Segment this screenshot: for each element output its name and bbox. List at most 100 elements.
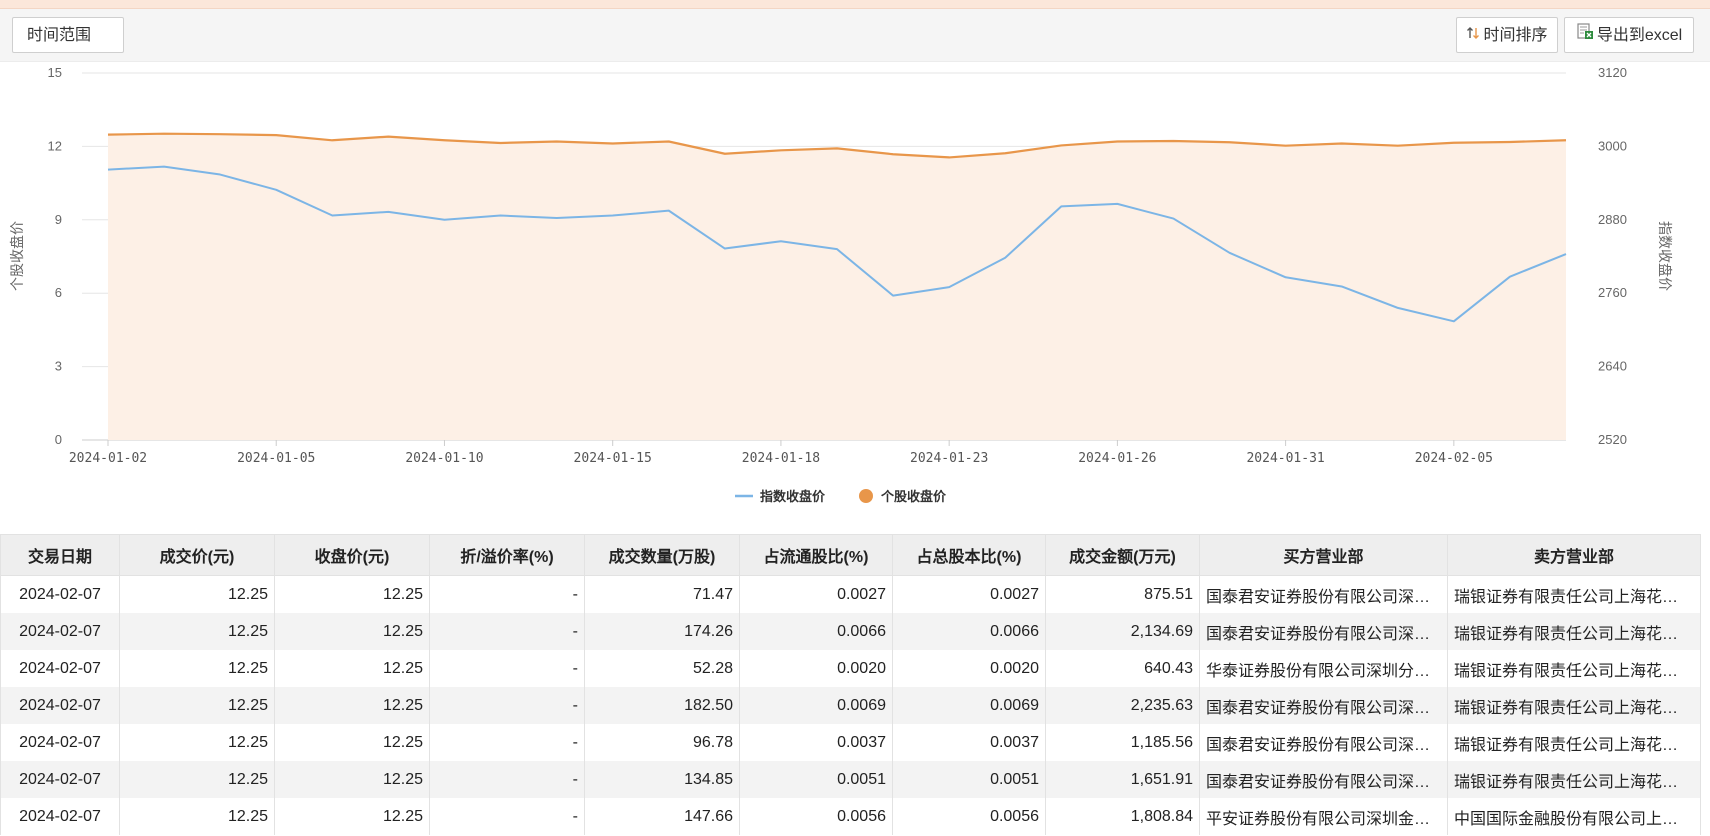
excel-icon <box>1576 18 1594 54</box>
column-header-6[interactable]: 占总股本比(%) <box>892 534 1046 576</box>
table-cell: 0.0027 <box>739 575 893 613</box>
table-cell: 0.0020 <box>892 650 1046 687</box>
table-cell: 0.0066 <box>892 613 1046 650</box>
table-cell: 1,651.91 <box>1045 761 1200 798</box>
table-cell: - <box>429 613 585 650</box>
table-cell: 瑞银证券有限责任公司上海花园石桥路证券营业部 <box>1447 761 1701 798</box>
table-cell: 中国国际金融股份有限公司上海分公司 <box>1447 798 1701 835</box>
table-cell: 0.0027 <box>892 575 1046 613</box>
price-chart: 0 3 6 9 12 15 2520 2640 2760 2880 3000 3120 个股收盘价 指数收… <box>0 60 1710 520</box>
table-row[interactable]: 2024-02-07 12.25 12.25-96.78 0.0037 0.0037 1,… <box>0 724 1701 761</box>
table-cell: 2024-02-07 <box>0 687 120 724</box>
table-row[interactable]: 2024-02-07 12.25 12.25-71.47 0.0027 0.0027 87… <box>0 575 1701 613</box>
table-cell: - <box>429 798 585 835</box>
table-cell: 0.0056 <box>739 798 893 835</box>
stock-price-area <box>108 133 1566 440</box>
sort-arrows-icon <box>1466 18 1480 54</box>
table-cell: 174.26 <box>584 613 740 650</box>
x-axis-tick-label: 2024-01-18 <box>742 451 820 466</box>
time-sort-button[interactable]: 时间排序 <box>1456 17 1558 53</box>
table-cell: 华泰证券股份有限公司深圳分公司 <box>1199 650 1448 687</box>
table-cell: 182.50 <box>584 687 740 724</box>
table-cell: 瑞银证券有限责任公司上海花园石桥路证券营业部 <box>1447 650 1701 687</box>
table-cell: 0.0051 <box>892 761 1046 798</box>
table-cell: 12.25 <box>274 650 430 687</box>
legend-stock-label: 个股收盘价 <box>880 489 947 505</box>
table-cell: 12.25 <box>274 761 430 798</box>
table-cell: 0.0020 <box>739 650 893 687</box>
table-cell: 134.85 <box>584 761 740 798</box>
table-cell: 12.25 <box>119 575 275 613</box>
left-axis-tick-label: 6 <box>55 285 62 300</box>
table-row[interactable]: 2024-02-07 12.25 12.25-174.26 0.0066 0.0066 2… <box>0 613 1701 650</box>
table-cell: 2024-02-07 <box>0 798 120 835</box>
table-cell: 147.66 <box>584 798 740 835</box>
column-header-3[interactable]: 折/溢价率(%) <box>429 534 585 576</box>
table-cell: 0.0037 <box>892 724 1046 761</box>
table-cell: 12.25 <box>119 687 275 724</box>
export-excel-label: 导出到excel <box>1596 27 1683 45</box>
table-cell: 2,134.69 <box>1045 613 1200 650</box>
table-cell: 2,235.63 <box>1045 687 1200 724</box>
table-cell: 0.0056 <box>892 798 1046 835</box>
right-axis-tick-label: 2760 <box>1598 285 1627 300</box>
table-cell: 12.25 <box>274 613 430 650</box>
table-row[interactable]: 2024-02-07 12.25 12.25-182.50 0.0069 0.0069 2… <box>0 687 1701 724</box>
time-range-label: 时间范围 <box>27 27 92 44</box>
right-axis-tick-label: 2520 <box>1598 432 1627 447</box>
block-trade-table: 交易日期 成交价(元) 收盘价(元) 折/溢价率(%) 成交数量(万股) 占流通股比(%)… <box>0 534 1701 835</box>
table-cell: 12.25 <box>119 761 275 798</box>
table-row[interactable]: 2024-02-07 12.25 12.25-52.28 0.0020 0.0020 64… <box>0 650 1701 687</box>
table-cell: 52.28 <box>584 650 740 687</box>
table-cell: 12.25 <box>119 650 275 687</box>
legend-index-label: 指数收盘价 <box>760 489 826 505</box>
x-axis-tick-label: 2024-01-23 <box>910 451 988 466</box>
table-cell: 640.43 <box>1045 650 1200 687</box>
table-cell: 瑞银证券有限责任公司上海花园石桥路证券营业部 <box>1447 613 1701 650</box>
table-cell: 96.78 <box>584 724 740 761</box>
export-excel-button[interactable]: 导出到excel <box>1564 17 1694 53</box>
table-row[interactable]: 2024-02-07 12.25 12.25-147.66 0.0056 0.0056 1… <box>0 798 1701 835</box>
table-cell: 瑞银证券有限责任公司上海花园石桥路证券营业部 <box>1447 724 1701 761</box>
table-header-row: 交易日期 成交价(元) 收盘价(元) 折/溢价率(%) 成交数量(万股) 占流通股比(%)… <box>0 534 1701 576</box>
table-cell: 2024-02-07 <box>0 613 120 650</box>
table-cell: 国泰君安证券股份有限公司深圳分公司 <box>1199 687 1448 724</box>
column-header-8[interactable]: 买方营业部 <box>1199 534 1448 576</box>
table-cell: 0.0051 <box>739 761 893 798</box>
table-row[interactable]: 2024-02-07 12.25 12.25-134.85 0.0051 0.0051 1… <box>0 761 1701 798</box>
table-cell: - <box>429 650 585 687</box>
column-header-7[interactable]: 成交金额(万元) <box>1045 534 1200 576</box>
table-cell: 0.0066 <box>739 613 893 650</box>
column-header-2[interactable]: 收盘价(元) <box>274 534 430 576</box>
right-axis-tick-label: 3120 <box>1598 65 1627 80</box>
column-header-0[interactable]: 交易日期 <box>0 534 120 576</box>
top-accent-bar <box>0 0 1710 9</box>
table-cell: 1,808.84 <box>1045 798 1200 835</box>
table-cell: 12.25 <box>274 687 430 724</box>
table-cell: 平安证券股份有限公司深圳金田路证券营业部 <box>1199 798 1448 835</box>
column-header-5[interactable]: 占流通股比(%) <box>739 534 893 576</box>
time-range-selector[interactable]: 时间范围 <box>12 17 124 53</box>
toolbar: 时间范围 时间排序 导出到excel <box>0 9 1710 62</box>
table-cell: 12.25 <box>119 798 275 835</box>
left-axis-tick-label: 3 <box>55 359 62 374</box>
table-cell: 2024-02-07 <box>0 650 120 687</box>
column-header-4[interactable]: 成交数量(万股) <box>584 534 740 576</box>
table-cell: 71.47 <box>584 575 740 613</box>
x-axis-tick-label: 2024-01-15 <box>574 451 652 466</box>
table-cell: 0.0037 <box>739 724 893 761</box>
column-header-9[interactable]: 卖方营业部 <box>1447 534 1701 576</box>
right-axis-tick-label: 2640 <box>1598 359 1627 374</box>
left-axis-tick-label: 12 <box>48 138 62 153</box>
left-axis-title: 个股收盘价 <box>9 221 26 291</box>
price-chart-svg: 03691215252026402760288030003120个股收盘价 指数收… <box>9 65 1673 505</box>
column-header-1[interactable]: 成交价(元) <box>119 534 275 576</box>
table-cell: - <box>429 761 585 798</box>
x-axis-tick-label: 2024-01-02 <box>69 451 147 466</box>
right-axis-tick-label: 2880 <box>1598 212 1627 227</box>
table-cell: - <box>429 724 585 761</box>
x-axis-tick-label: 2024-02-05 <box>1415 451 1493 466</box>
table-cell: - <box>429 575 585 613</box>
legend-stock-swatch <box>859 489 873 503</box>
table-cell: 12.25 <box>274 724 430 761</box>
